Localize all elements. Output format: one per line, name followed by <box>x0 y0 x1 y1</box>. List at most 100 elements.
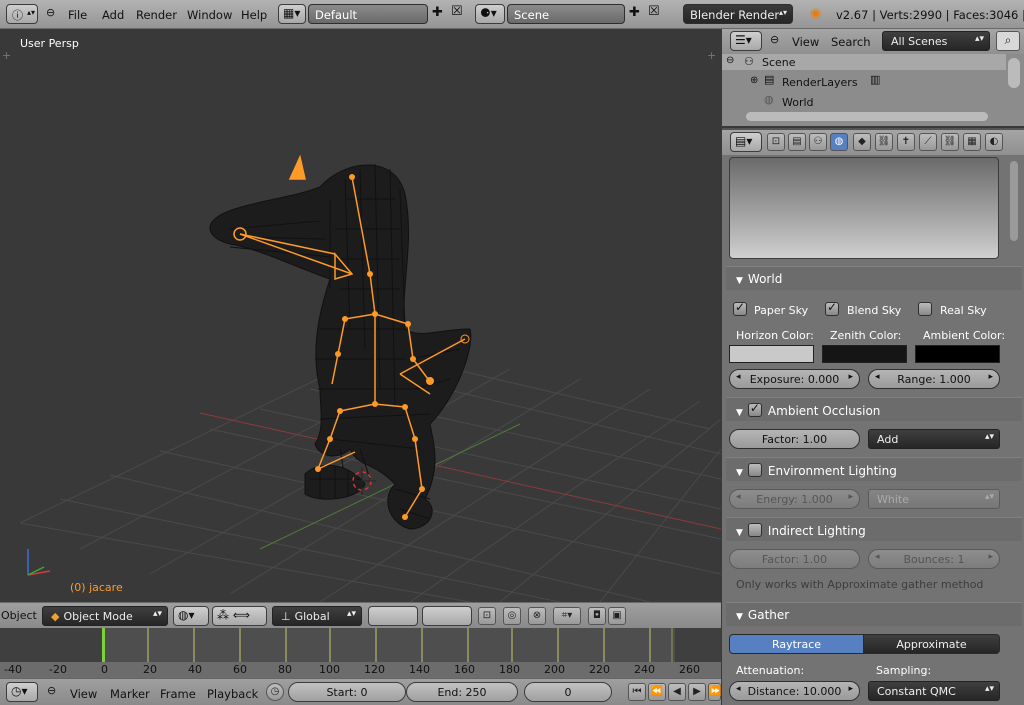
mode-select[interactable]: ◆ Object Mode ▴▾ <box>42 606 168 626</box>
timeline-menu-frame[interactable]: Frame <box>160 687 196 701</box>
properties-scrollbar[interactable] <box>1010 161 1018 241</box>
next-keyframe-icon[interactable]: ⏩ <box>708 683 721 701</box>
layers-grid-2[interactable] <box>422 606 472 626</box>
timeline-menu-view[interactable]: View <box>70 687 97 701</box>
object-menu[interactable]: Object <box>1 609 37 622</box>
render-animation-icon[interactable]: ▣ <box>608 607 626 625</box>
layers-grid-1[interactable] <box>368 606 418 626</box>
start-frame-field[interactable]: Start: 0 <box>288 682 406 702</box>
timeline-menu-marker[interactable]: Marker <box>110 687 150 701</box>
delete-layout-icon[interactable]: ☒ <box>451 4 463 19</box>
prev-keyframe-icon[interactable]: ⏪ <box>648 683 666 701</box>
scene-field[interactable]: Scene <box>507 4 625 24</box>
gather-panel-header[interactable]: ▼ Gather <box>726 602 1022 626</box>
screen-layout-field[interactable]: Default <box>308 4 428 24</box>
pivot-select[interactable]: ⁂ ⟺ <box>212 606 267 626</box>
3d-viewport[interactable]: User Persp (0) jacare + + <box>0 29 721 602</box>
orientation-select[interactable]: ⊥ Global ▴▾ <box>272 606 362 626</box>
properties-toggle-icon[interactable]: + <box>707 49 716 62</box>
render-layers-tab-icon[interactable]: ▤ <box>788 133 806 151</box>
real-sky-checkbox[interactable] <box>918 302 932 316</box>
snap-element-icon[interactable]: ⌗▾ <box>553 607 581 625</box>
render-opengl-icon[interactable]: ◘ <box>588 607 606 625</box>
world-tab-icon[interactable]: ◍ <box>830 133 848 151</box>
render-engine-select[interactable]: Blender Render ▴▾ <box>683 4 793 24</box>
sampling-select[interactable]: Constant QMC ▴▾ <box>868 681 1000 701</box>
horizon-color-swatch[interactable] <box>729 345 814 363</box>
menu-file[interactable]: File <box>68 8 87 22</box>
ao-panel-header[interactable]: ▼ Ambient Occlusion <box>726 397 1022 421</box>
exposure-field[interactable]: ◂ Exposure: 0.000 ▸ <box>729 369 860 389</box>
snap-toggle-icon[interactable]: ⊗ <box>528 607 546 625</box>
env-energy-field[interactable]: ◂ Energy: 1.000 ▸ <box>729 489 860 509</box>
blend-sky-checkbox[interactable] <box>825 300 839 316</box>
ao-factor-field[interactable]: Factor: 1.00 <box>729 429 860 449</box>
properties-editor-button[interactable]: ▤▾ <box>730 132 762 152</box>
raytrace-button[interactable]: Raytrace <box>729 634 864 654</box>
outliner-item-scene[interactable]: Scene <box>762 56 796 69</box>
menu-help[interactable]: Help <box>241 8 267 22</box>
timeline-editor-button[interactable]: ◷▾ <box>6 682 38 702</box>
armature-tab-icon[interactable]: ✝ <box>897 133 915 151</box>
outliner-menu-view[interactable]: View <box>792 35 819 49</box>
scene-icon[interactable]: ⚈▾ <box>475 4 505 24</box>
collapse-menu-icon[interactable]: ⊖ <box>770 33 779 46</box>
indirect-factor-field[interactable]: Factor: 1.00 <box>729 549 860 569</box>
menu-add[interactable]: Add <box>102 8 124 22</box>
indirect-panel-header[interactable]: ▼ Indirect Lighting <box>726 517 1022 541</box>
end-frame-field[interactable]: End: 250 <box>406 682 518 702</box>
ambient-color-swatch[interactable] <box>915 345 1000 363</box>
outliner-menu-search[interactable]: Search <box>831 35 871 49</box>
collapse-menu-icon[interactable]: ⊖ <box>47 684 56 697</box>
timeline-area[interactable] <box>0 628 721 678</box>
jump-start-icon[interactable]: ⏮ <box>628 683 646 701</box>
range-field[interactable]: ◂ Range: 1.000 ▸ <box>868 369 1000 389</box>
texture-tab-icon[interactable]: ▦ <box>963 133 981 151</box>
ao-enable-checkbox[interactable] <box>747 401 762 417</box>
render-layer-toggle-icon[interactable]: ▥ <box>870 73 880 86</box>
viewport-shading-select[interactable]: ◍▾ <box>173 606 209 626</box>
timeline-menu-playback[interactable]: Playback <box>207 687 258 701</box>
indirect-bounces-field[interactable]: ◂ Bounces: 1 ▸ <box>868 549 1000 569</box>
delete-scene-icon[interactable]: ☒ <box>648 4 660 19</box>
scene-canvas[interactable] <box>0 29 721 602</box>
add-layout-icon[interactable]: ✚ <box>432 5 443 20</box>
expand-toggle-icon[interactable]: ⊕ <box>750 75 758 86</box>
outliner-filter-select[interactable]: All Scenes ▴▾ <box>882 31 990 51</box>
collapse-toggle-icon[interactable]: ⊖ <box>726 55 734 66</box>
outliner-hscrollbar[interactable] <box>746 112 988 121</box>
physics-tab-icon[interactable]: ◐ <box>985 133 1003 151</box>
bone-constraints-tab-icon[interactable]: ⛓ <box>941 133 959 151</box>
distance-field[interactable]: ◂ Distance: 10.000 ▸ <box>729 681 860 701</box>
timeline-ruler[interactable] <box>0 662 721 678</box>
search-icon[interactable]: ⌕ <box>996 31 1020 51</box>
screen-layout-icon[interactable]: ▦▾ <box>278 4 306 24</box>
proportional-edit-icon[interactable]: ◎ <box>503 607 521 625</box>
outliner-scrollbar[interactable] <box>1008 58 1020 88</box>
scene-tab-icon[interactable]: ⚇ <box>809 133 827 151</box>
render-tab-icon[interactable]: ⊡ <box>767 133 785 151</box>
outliner-item-world[interactable]: World <box>782 96 814 109</box>
play-reverse-icon[interactable]: ◀ <box>668 683 686 701</box>
approximate-button[interactable]: Approximate <box>863 634 1000 654</box>
toolshelf-toggle-icon[interactable]: + <box>2 49 11 62</box>
collapse-menu-icon[interactable]: ⊖ <box>46 6 55 19</box>
env-enable-checkbox[interactable] <box>747 463 762 477</box>
lock-camera-icon[interactable]: ⊡ <box>478 607 496 625</box>
object-tab-icon[interactable]: ◆ <box>853 133 871 151</box>
world-panel-header[interactable]: ▼ World <box>726 266 1022 290</box>
bone-tab-icon[interactable]: ⟋ <box>919 133 937 151</box>
outliner-item-renderlayers[interactable]: RenderLayers <box>782 76 858 89</box>
outliner-editor-button[interactable]: ☰▾ <box>730 31 762 51</box>
zenith-color-swatch[interactable] <box>822 345 907 363</box>
ao-blend-select[interactable]: Add ▴▾ <box>868 429 1000 449</box>
indirect-enable-checkbox[interactable] <box>747 523 762 537</box>
menu-window[interactable]: Window <box>187 8 232 22</box>
menu-render[interactable]: Render <box>136 8 177 22</box>
constraints-tab-icon[interactable]: ⛓ <box>875 133 893 151</box>
paper-sky-checkbox[interactable] <box>733 300 747 316</box>
add-scene-icon[interactable]: ✚ <box>629 5 640 20</box>
editor-type-button[interactable]: ⓘ ▴▾ <box>6 4 38 24</box>
env-panel-header[interactable]: ▼ Environment Lighting <box>726 457 1022 481</box>
preview-range-icon[interactable]: ◷ <box>266 683 284 701</box>
